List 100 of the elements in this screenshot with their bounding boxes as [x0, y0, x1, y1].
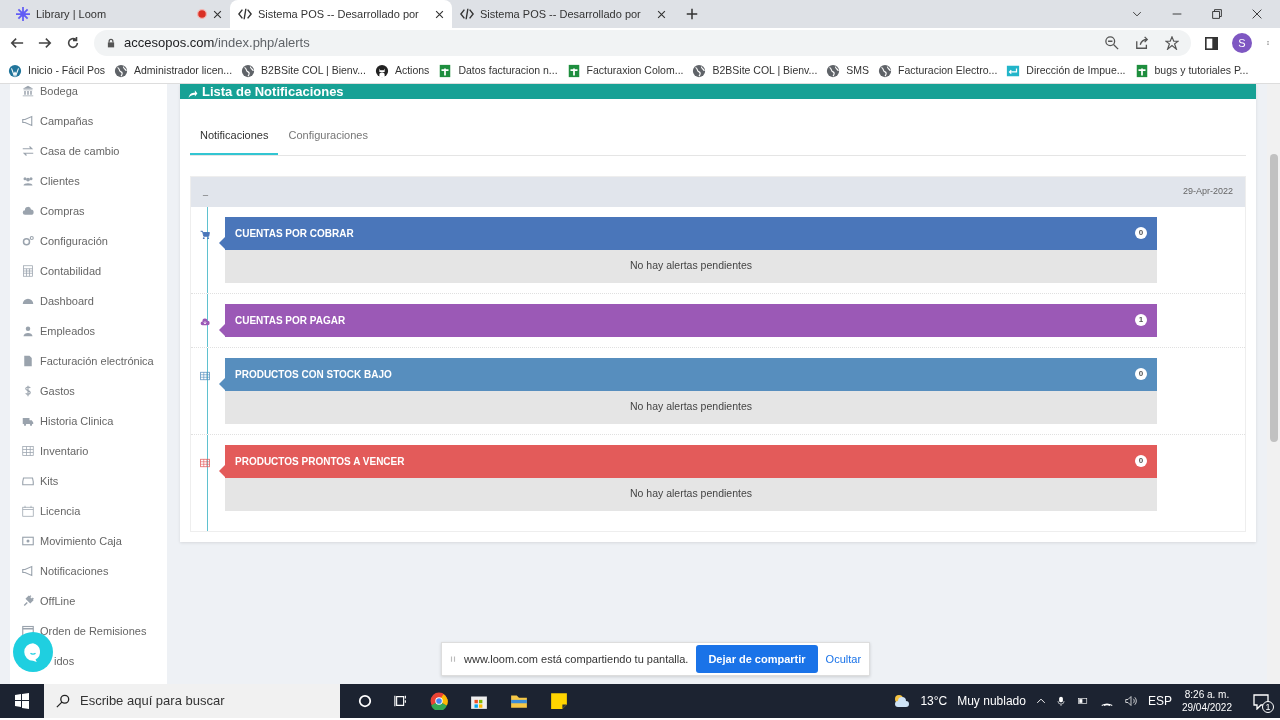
bank-icon: [22, 85, 34, 97]
alert-title: PRODUCTOS CON STOCK BAJO: [235, 367, 392, 382]
tab[interactable]: Notificaciones: [190, 119, 279, 155]
sidebar-item[interactable]: Historia Clinica: [10, 406, 167, 436]
bookmark[interactable]: Actions: [374, 62, 430, 79]
chevron-down-icon[interactable]: [1132, 9, 1142, 19]
panel-title: Lista de Notificaciones: [202, 84, 344, 99]
speaker-icon[interactable]: [1123, 695, 1138, 707]
share-icon[interactable]: [1135, 36, 1149, 50]
hide-link[interactable]: Ocultar: [825, 650, 862, 668]
alert-message: No hay alertas pendientes: [225, 249, 1157, 283]
weather-text: Muy nublado: [957, 693, 1026, 710]
tray-icon: [22, 475, 34, 487]
sidebar-item[interactable]: Casa de cambio: [10, 136, 167, 166]
clock[interactable]: 8:26 a. m. 29/04/2022: [1181, 688, 1232, 714]
bookmark[interactable]: bugs y tutoriales P...: [1134, 62, 1249, 79]
address-bar[interactable]: accesopos.com/index.php/alerts: [94, 30, 1191, 56]
bookmark[interactable]: Datos facturacion n...: [438, 62, 558, 79]
sidebar-item[interactable]: Compras: [10, 196, 167, 226]
dash-text: _: [203, 184, 208, 198]
cloud-icon: [22, 205, 34, 217]
restore-icon[interactable]: [1212, 9, 1222, 19]
sidebar-item[interactable]: idos: [10, 646, 167, 676]
cloudy-weather-icon: [892, 693, 911, 709]
browser-tab[interactable]: Library | Loom: [8, 0, 230, 28]
chrome-icon[interactable]: [430, 692, 448, 710]
browser-tab[interactable]: Sistema POS -- Desarrollado por: [452, 0, 674, 28]
globe-icon: [692, 63, 707, 78]
spreadsheet-icon: [1134, 63, 1149, 78]
bookmark[interactable]: Inicio - Fácil Pos: [8, 62, 106, 79]
cortana-icon[interactable]: [358, 694, 372, 708]
bookmark[interactable]: Facturacion Electro...: [878, 62, 998, 79]
sidebar-item[interactable]: Empleados: [10, 316, 167, 346]
sticky-note-icon[interactable]: [550, 692, 568, 710]
close-icon[interactable]: [1252, 9, 1262, 19]
browser-tab[interactable]: Sistema POS -- Desarrollado por: [230, 0, 452, 28]
task-view-icon[interactable]: [394, 694, 408, 708]
calendar-icon: [22, 505, 34, 517]
side-panel-icon[interactable]: [1205, 36, 1218, 50]
sidebar-item[interactable]: Licencia: [10, 496, 167, 526]
notification-icon: [1252, 693, 1270, 710]
alert-header[interactable]: PRODUCTOS CON STOCK BAJO 0: [225, 357, 1157, 391]
bookmark[interactable]: Facturaxion Colom...: [566, 62, 684, 79]
reload-icon[interactable]: [66, 36, 80, 50]
megaphone-icon: [22, 565, 34, 577]
sidebar-item[interactable]: Dashboard: [10, 286, 167, 316]
sidebar-item[interactable]: Clientes: [10, 166, 167, 196]
alert-message: No hay alertas pendientes: [225, 390, 1157, 424]
profile-avatar[interactable]: S: [1232, 33, 1252, 53]
stop-sharing-button[interactable]: Dejar de compartir: [696, 644, 818, 674]
share-message: www.loom.com está compartiendo tu pantalla.: [464, 651, 689, 667]
bookmark[interactable]: Administrador licen...: [114, 62, 233, 79]
sidebar-item[interactable]: Facturación electrónica: [10, 346, 167, 376]
taskbar-search[interactable]: Escribe aquí para buscar: [44, 684, 340, 718]
battery-icon[interactable]: [1075, 696, 1090, 706]
back-icon[interactable]: [10, 36, 24, 50]
van-icon: [22, 415, 34, 427]
sidebar-item[interactable]: Contabilidad: [10, 256, 167, 286]
wordpress-icon: [8, 63, 22, 78]
sidebar-item[interactable]: Campañas: [10, 106, 167, 136]
new-tab-icon[interactable]: [686, 8, 698, 20]
spreadsheet-icon: [566, 63, 581, 78]
bookmark[interactable]: B2BSite COL | Bienv...: [241, 62, 366, 79]
dollar-icon: [22, 385, 34, 397]
bookmark[interactable]: Dirección de Impue...: [1006, 62, 1126, 79]
people-icon: [22, 175, 34, 187]
alert-header[interactable]: PRODUCTOS PRONTOS A VENCER 0: [225, 444, 1157, 478]
scrollbar-thumb[interactable]: [1270, 154, 1278, 442]
banknote-icon: [22, 535, 34, 547]
sidebar-item[interactable]: Inventario: [10, 436, 167, 466]
microphone-icon[interactable]: [1055, 694, 1066, 708]
notifications-button[interactable]: 1: [1252, 692, 1270, 710]
sidebar-item[interactable]: Gastos: [10, 376, 167, 406]
star-icon[interactable]: [1165, 36, 1179, 50]
language-indicator[interactable]: ESP: [1147, 692, 1172, 710]
windows-start-icon[interactable]: [14, 693, 30, 709]
close-icon[interactable]: [657, 9, 666, 19]
zoom-out-icon[interactable]: [1105, 36, 1119, 50]
alert-header[interactable]: CUENTAS POR PAGAR 1: [225, 303, 1157, 337]
sidebar-item[interactable]: Configuración: [10, 226, 167, 256]
forward-icon[interactable]: [38, 36, 52, 50]
bookmark[interactable]: SMS: [826, 62, 870, 79]
cloud-download-icon: [200, 316, 210, 327]
folder-icon[interactable]: [510, 692, 528, 710]
sidebar-item[interactable]: Movimiento Caja: [10, 526, 167, 556]
plug-icon: [22, 595, 34, 607]
tab[interactable]: Configuraciones: [278, 119, 378, 155]
bookmark[interactable]: B2BSite COL | Bienv...: [692, 62, 818, 79]
sidebar-item[interactable]: OffLine: [10, 586, 167, 616]
chevron-up-icon[interactable]: [1035, 696, 1046, 706]
share-arrow-icon: [188, 89, 198, 99]
chat-bubble-icon: [23, 642, 43, 662]
close-icon[interactable]: [435, 9, 444, 19]
drag-handle-icon[interactable]: [450, 653, 456, 665]
close-icon[interactable]: [213, 9, 222, 19]
sidebar-item[interactable]: Kits: [10, 466, 167, 496]
sidebar-item[interactable]: Bodega: [10, 84, 167, 106]
sidebar-item[interactable]: Notificaciones: [10, 556, 167, 586]
time-text: 8:26 a. m.: [1183, 688, 1231, 701]
alert-header[interactable]: CUENTAS POR COBRAR 0: [225, 216, 1157, 250]
